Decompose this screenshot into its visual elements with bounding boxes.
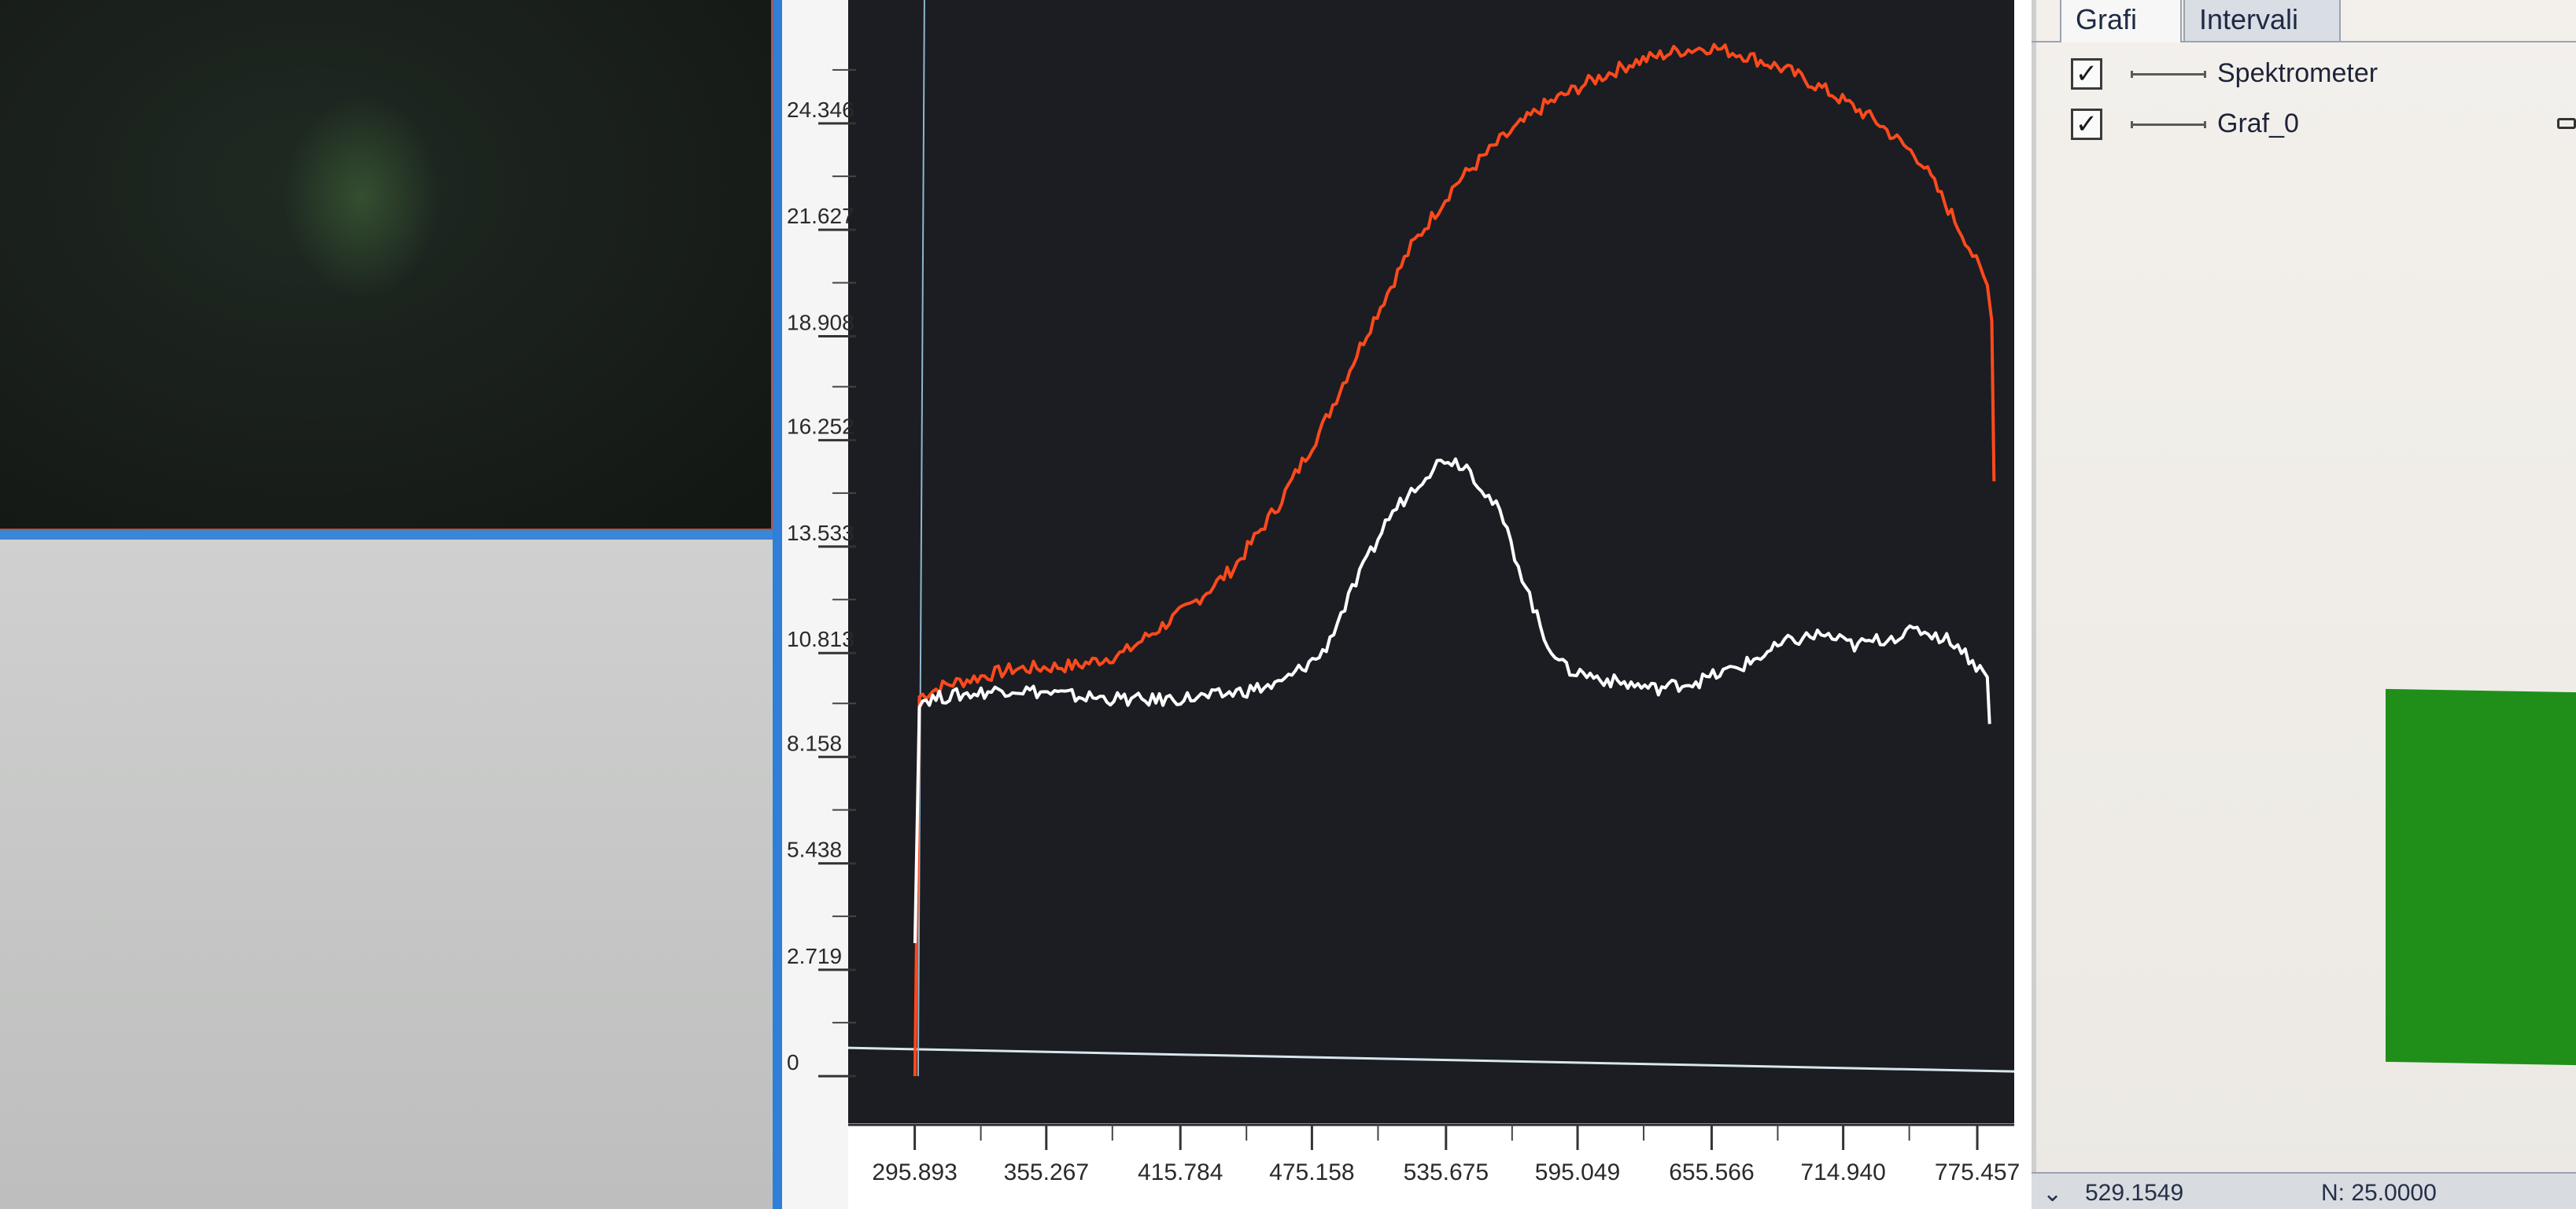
checkmark-icon: ✓ (2075, 109, 2098, 139)
checkmark-icon: ✓ (2075, 59, 2098, 89)
panel-scroll-handle[interactable] (2557, 118, 2576, 129)
y-tick-label: 21.627 (787, 204, 854, 228)
status-cursor-y: N: 25.0000 (2321, 1180, 2437, 1206)
plot-area[interactable] (848, 0, 2014, 1150)
y-tick-label: 10.813 (787, 627, 854, 651)
y-tick-label: 2.719 (787, 944, 842, 968)
x-tick-label: 295.893 (872, 1159, 957, 1185)
spektrometer-checkbox[interactable]: ✓ (2071, 58, 2102, 90)
status-chevron-icon[interactable]: ⌄ (2043, 1180, 2062, 1207)
x-tick-label: 775.457 (1935, 1159, 2020, 1185)
x-tick-label: 714.940 (1800, 1159, 1885, 1185)
x-tick-label: 595.049 (1535, 1159, 1620, 1185)
y-tick-label: 24.346 (787, 98, 854, 122)
y-tick-label: 18.908 (787, 310, 854, 334)
y-tick-label: 16.252 (787, 415, 854, 439)
x-tick-label: 475.158 (1269, 1159, 1354, 1185)
spektrometer-line-sample (2131, 71, 2206, 78)
tab-grafi[interactable]: Grafi (2060, 0, 2182, 42)
tab-intervali[interactable]: Intervali (2183, 0, 2341, 42)
x-tick-label: 655.566 (1669, 1159, 1754, 1185)
legend-label-spektrometer: Spektrometer (2217, 58, 2379, 88)
status-cursor-x: 529.1549 (2085, 1180, 2184, 1206)
y-tick-label: 0 (787, 1050, 799, 1074)
graf0-checkbox[interactable]: ✓ (2071, 109, 2102, 140)
graf0-line-sample (2131, 121, 2206, 128)
x-tick-label: 415.784 (1138, 1159, 1223, 1185)
x-tick-label: 535.675 (1404, 1159, 1489, 1185)
y-tick-label: 8.158 (787, 731, 842, 755)
y-tick-label: 5.438 (787, 838, 842, 862)
spectrum-chart: 0 2.719 5.438 8.158 10.813 13.533 16.252 18.908… (787, 0, 2020, 1209)
legend-label-graf0: Graf_0 (2217, 109, 2299, 138)
color-swatch (2386, 688, 2576, 1066)
y-tick-label: 13.533 (787, 521, 854, 545)
x-tick-label: 355.267 (1004, 1159, 1089, 1185)
